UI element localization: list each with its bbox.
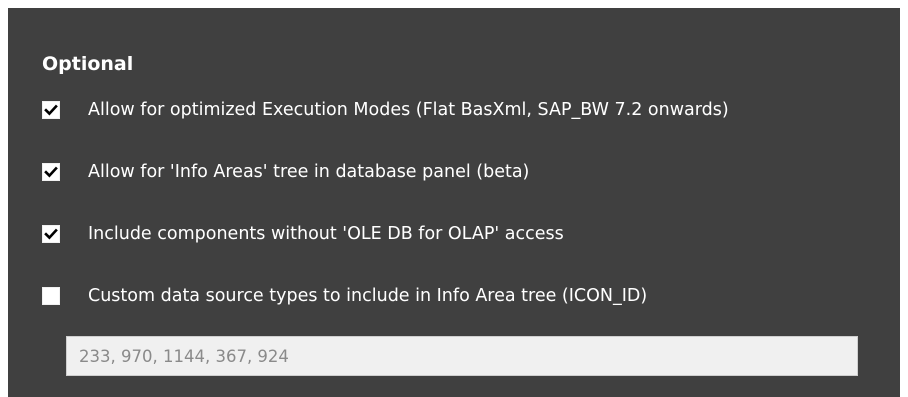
optimized-execution-modes-label: Allow for optimized Execution Modes (Fla…	[88, 100, 729, 120]
settings-panel: Optional Allow for optimized Execution M…	[0, 0, 908, 397]
section-title-optional: Optional	[42, 53, 134, 75]
custom-data-source-types-checkbox[interactable]	[42, 287, 60, 305]
custom-data-source-types-label: Custom data source types to include in I…	[88, 286, 648, 306]
option-info-areas-tree[interactable]: Allow for 'Info Areas' tree in database …	[42, 160, 529, 184]
option-optimized-execution-modes[interactable]: Allow for optimized Execution Modes (Fla…	[42, 98, 729, 122]
check-mark-icon	[44, 104, 58, 116]
option-custom-data-source-types[interactable]: Custom data source types to include in I…	[42, 284, 647, 308]
info-areas-tree-checkbox[interactable]	[42, 163, 60, 181]
custom-data-source-types-input[interactable]	[66, 336, 858, 376]
info-areas-tree-label: Allow for 'Info Areas' tree in database …	[88, 162, 530, 182]
optional-settings-group: Optional Allow for optimized Execution M…	[8, 8, 900, 397]
check-mark-icon	[44, 228, 58, 240]
include-components-label: Include components without 'OLE DB for O…	[88, 224, 564, 244]
option-include-components-without-oledb[interactable]: Include components without 'OLE DB for O…	[42, 222, 564, 246]
optimized-execution-modes-checkbox[interactable]	[42, 101, 60, 119]
include-components-checkbox[interactable]	[42, 225, 60, 243]
check-mark-icon	[44, 166, 58, 178]
